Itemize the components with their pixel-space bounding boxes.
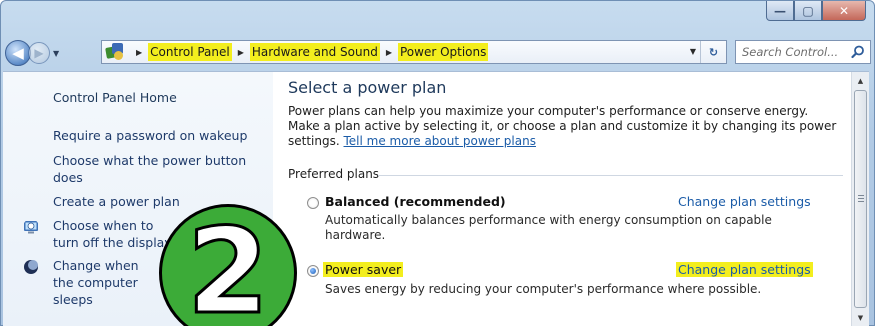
radio-power-saver[interactable]: [307, 265, 319, 277]
sidebar-item-turn-off-display[interactable]: Choose when to turn off the display: [53, 217, 173, 251]
main-panel: Select a power plan Power plans can help…: [288, 72, 843, 326]
address-bar[interactable]: ▶ Control Panel ▶ Hardware and Sound ▶ P…: [101, 40, 727, 64]
breadcrumb-separator-icon[interactable]: ▶: [238, 48, 244, 57]
display-clock-icon: [24, 221, 38, 234]
sidebar-item-power-button[interactable]: Choose what the power button does: [53, 152, 258, 186]
breadcrumb-control-panel[interactable]: Control Panel: [148, 43, 232, 61]
vertical-scrollbar[interactable]: ▲ ▼: [851, 72, 869, 326]
step-number: 2: [185, 202, 270, 326]
scroll-down-icon[interactable]: ▼: [852, 310, 869, 326]
radio-balanced[interactable]: [307, 197, 319, 209]
group-divider: [378, 175, 843, 176]
navigation-bar: ◀ ▶ ▼ ▶ Control Panel ▶ Hardware and Sou…: [5, 39, 871, 67]
plan-description-power-saver: Saves energy by reducing your computer's…: [325, 282, 762, 296]
breadcrumb-separator-icon[interactable]: ▶: [386, 48, 392, 57]
window-frame: — ▢ ✕ ◀ ▶ ▼ ▶ Control Panel ▶ Hardware a…: [0, 0, 875, 326]
refresh-icon[interactable]: ↻: [700, 41, 726, 63]
content-area: Control Panel Home Require a password on…: [3, 71, 869, 326]
window-controls: — ▢ ✕: [766, 1, 866, 23]
plan-name-balanced[interactable]: Balanced (recommended): [325, 194, 506, 209]
sidebar-item-control-panel-home[interactable]: Control Panel Home: [53, 89, 263, 106]
sleep-moon-icon: [24, 260, 38, 274]
learn-more-link[interactable]: Tell me more about power plans: [344, 134, 536, 148]
search-placeholder: Search Control...: [742, 45, 839, 59]
breadcrumb-hardware-and-sound[interactable]: Hardware and Sound: [249, 43, 380, 61]
scroll-up-icon[interactable]: ▲: [852, 73, 869, 89]
maximize-button[interactable]: ▢: [794, 1, 822, 21]
breadcrumb-power-options[interactable]: Power Options: [397, 43, 489, 61]
page-title: Select a power plan: [288, 78, 447, 97]
change-plan-settings-power-saver-link[interactable]: Change plan settings: [676, 262, 813, 277]
search-icon[interactable]: [851, 45, 865, 59]
group-label: Preferred plans: [288, 167, 380, 181]
minimize-button[interactable]: —: [766, 1, 794, 21]
plan-description-balanced: Automatically balances performance with …: [325, 213, 772, 242]
intro-text: Power plans can help you maximize your c…: [288, 104, 843, 149]
sidebar-item-require-password[interactable]: Require a password on wakeup: [53, 127, 263, 144]
scrollbar-thumb[interactable]: [854, 90, 867, 308]
address-dropdown-icon[interactable]: ▼: [690, 47, 696, 56]
breadcrumb-separator-icon[interactable]: ▶: [136, 48, 142, 57]
control-panel-icon: [105, 43, 124, 61]
change-plan-settings-balanced-link[interactable]: Change plan settings: [678, 194, 811, 209]
plan-name-power-saver[interactable]: Power saver: [323, 262, 404, 277]
close-button[interactable]: ✕: [822, 1, 866, 21]
forward-arrow-icon[interactable]: ▶: [28, 42, 50, 64]
search-input[interactable]: Search Control...: [735, 40, 871, 64]
recent-pages-dropdown[interactable]: ▼: [53, 49, 59, 58]
sidebar-item-computer-sleeps[interactable]: Change when the computer sleeps: [53, 257, 163, 308]
